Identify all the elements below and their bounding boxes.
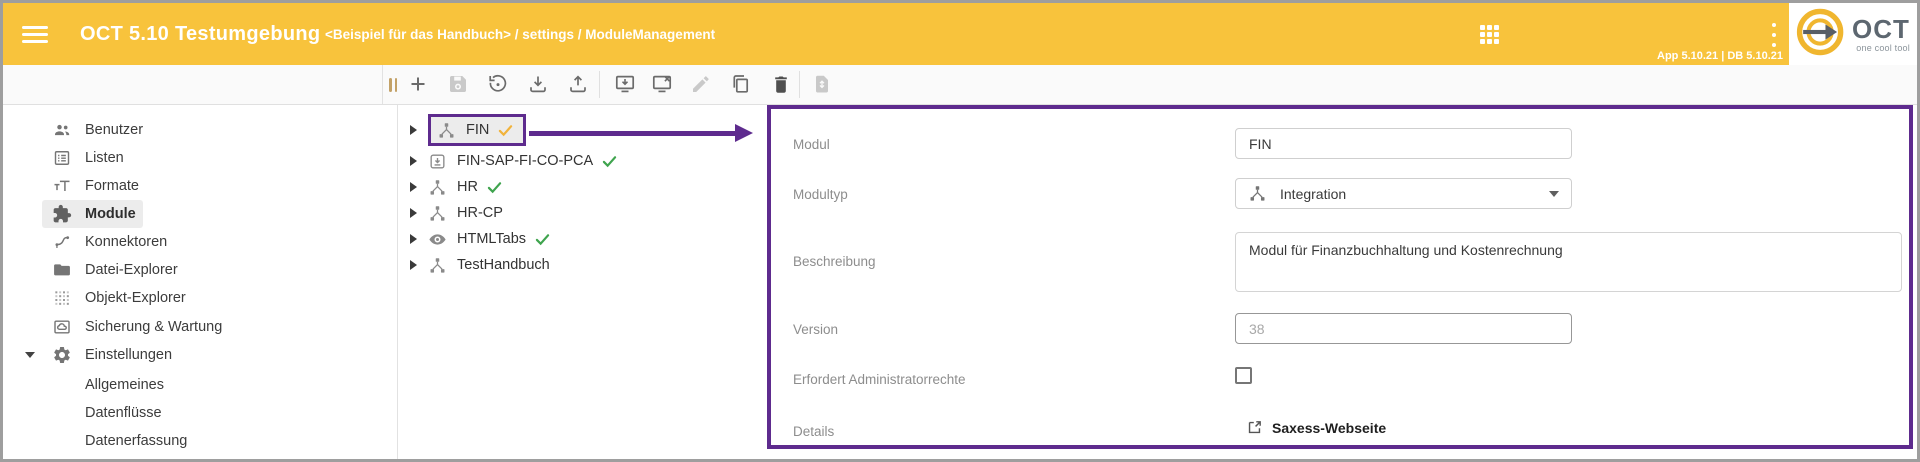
uninstall-module-button[interactable] bbox=[650, 72, 674, 96]
annotation-highlight-box: FIN bbox=[428, 114, 526, 146]
import-icon bbox=[428, 152, 447, 171]
backup-icon bbox=[52, 317, 72, 337]
upload-button[interactable] bbox=[566, 72, 590, 96]
chevron-down-icon bbox=[1549, 191, 1559, 197]
integration-icon bbox=[1248, 184, 1267, 203]
field-label-details: Details bbox=[793, 424, 834, 439]
install-module-button[interactable] bbox=[613, 72, 637, 96]
export-document-button[interactable] bbox=[810, 72, 834, 96]
expand-arrow-icon[interactable] bbox=[410, 234, 417, 244]
app-window: OCT 5.10 Testumgebung <Beispiel für das … bbox=[0, 0, 1920, 462]
sidebar-item-datenerfassung[interactable]: Datenerfassung bbox=[3, 427, 393, 455]
copy-button[interactable] bbox=[729, 72, 753, 96]
admin-rights-checkbox[interactable] bbox=[1235, 367, 1252, 384]
expand-arrow-icon[interactable] bbox=[410, 260, 417, 270]
app-title: OCT 5.10 Testumgebung bbox=[80, 3, 320, 65]
toolbar-separator bbox=[599, 71, 600, 98]
integration-icon bbox=[428, 204, 447, 223]
tree-item-hr[interactable]: HR bbox=[410, 174, 502, 200]
version-info: App 5.10.21 | DB 5.10.21 bbox=[1657, 50, 1783, 62]
eye-icon bbox=[428, 230, 447, 249]
oct-logo-icon bbox=[1796, 7, 1846, 62]
sidebar-item-benutzer[interactable]: Benutzer bbox=[3, 116, 393, 144]
integration-icon bbox=[428, 256, 447, 275]
pane-splitter-handle[interactable] bbox=[389, 78, 398, 92]
tree-item-testhandbuch[interactable]: TestHandbuch bbox=[410, 252, 550, 278]
module-detail-panel: Modul Modultyp Integration Beschreibung … bbox=[767, 105, 1913, 449]
field-label-version: Version bbox=[793, 322, 838, 337]
modul-input[interactable] bbox=[1235, 128, 1572, 159]
grid-dots-icon bbox=[52, 288, 72, 308]
toolbar-divider bbox=[382, 65, 383, 104]
annotation-arrow-line bbox=[529, 131, 737, 136]
expand-arrow-icon[interactable] bbox=[410, 182, 417, 192]
check-icon-green bbox=[487, 181, 502, 194]
breadcrumb: <Beispiel für das Handbuch> / settings /… bbox=[325, 3, 715, 65]
expand-arrow-icon[interactable] bbox=[410, 125, 417, 135]
check-icon-green bbox=[535, 233, 550, 246]
tree-item-fin-sap-fi-co-pca[interactable]: FIN-SAP-FI-CO-PCA bbox=[410, 148, 617, 174]
check-icon-green bbox=[602, 155, 617, 168]
field-label-beschreibung: Beschreibung bbox=[793, 254, 876, 269]
annotation-arrow-head bbox=[735, 124, 753, 142]
modultyp-select[interactable]: Integration bbox=[1235, 178, 1572, 209]
integration-icon bbox=[428, 178, 447, 197]
sidebar-item-sicherung-wartung[interactable]: Sicherung & Wartung bbox=[3, 313, 393, 341]
module-tree: FIN FIN-SAP-FI-CO-PCA HR HR-CP HTMLTabs bbox=[399, 105, 767, 459]
sidebar-item-listen[interactable]: Listen bbox=[3, 144, 393, 172]
add-button[interactable] bbox=[406, 72, 430, 96]
folder-icon bbox=[52, 260, 72, 280]
sidebar-item-konnektoren[interactable]: Konnektoren bbox=[3, 228, 393, 256]
saxess-website-link[interactable]: Saxess-Webseite bbox=[1246, 419, 1386, 436]
sidebar-item-objekt-explorer[interactable]: Objekt-Explorer bbox=[3, 284, 393, 312]
sidebar-nav: Benutzer Listen Formate Module Konnektor… bbox=[3, 105, 398, 459]
delete-button[interactable] bbox=[769, 72, 793, 96]
gear-icon bbox=[52, 345, 72, 365]
tree-item-fin[interactable]: FIN bbox=[410, 117, 526, 143]
logo-name: OCT bbox=[1852, 16, 1910, 42]
sidebar-item-einstellungen[interactable]: Einstellungen bbox=[3, 341, 393, 369]
field-label-modultyp: Modultyp bbox=[793, 187, 848, 202]
save-button[interactable] bbox=[446, 72, 470, 96]
integration-icon bbox=[437, 121, 456, 140]
list-icon bbox=[52, 148, 72, 168]
expand-arrow-icon[interactable] bbox=[410, 208, 417, 218]
modultyp-selected-value: Integration bbox=[1280, 186, 1346, 202]
logo: OCT one cool tool bbox=[1789, 3, 1917, 65]
restore-version-button[interactable] bbox=[486, 72, 510, 96]
check-icon-orange bbox=[498, 124, 513, 137]
sidebar-item-datei-explorer[interactable]: Datei-Explorer bbox=[3, 256, 393, 284]
sidebar-item-formate[interactable]: Formate bbox=[3, 172, 393, 200]
sidebar-item-module[interactable]: Module bbox=[3, 200, 393, 228]
expand-arrow-icon[interactable] bbox=[410, 156, 417, 166]
field-label-modul: Modul bbox=[793, 137, 830, 152]
external-link-icon bbox=[1246, 419, 1263, 436]
beschreibung-textarea[interactable]: Modul für Finanzbuchhaltung und Kostenre… bbox=[1235, 232, 1902, 292]
sidebar-item-allgemeines[interactable]: Allgemeines bbox=[3, 371, 393, 399]
hamburger-menu-icon[interactable] bbox=[22, 26, 48, 43]
connector-icon bbox=[52, 232, 72, 252]
logo-tagline: one cool tool bbox=[1856, 44, 1910, 53]
kebab-menu-icon[interactable] bbox=[1769, 23, 1779, 47]
collapse-caret-icon[interactable] bbox=[25, 352, 35, 358]
users-icon bbox=[52, 120, 72, 140]
toolbar-separator bbox=[799, 71, 800, 98]
field-label-admin: Erfordert Administratorrechte bbox=[793, 372, 966, 387]
tree-item-hr-cp[interactable]: HR-CP bbox=[410, 200, 503, 226]
tree-item-htmltabs[interactable]: HTMLTabs bbox=[410, 226, 550, 252]
apps-grid-icon[interactable] bbox=[1480, 25, 1499, 44]
version-input[interactable] bbox=[1235, 313, 1572, 344]
edit-button[interactable] bbox=[689, 72, 713, 96]
download-button[interactable] bbox=[526, 72, 550, 96]
sidebar-item-datenfluesse[interactable]: Datenflüsse bbox=[3, 399, 393, 427]
app-header: OCT 5.10 Testumgebung <Beispiel für das … bbox=[3, 3, 1789, 65]
format-icon bbox=[52, 176, 72, 196]
puzzle-icon bbox=[52, 204, 72, 224]
toolbar bbox=[3, 65, 1917, 105]
